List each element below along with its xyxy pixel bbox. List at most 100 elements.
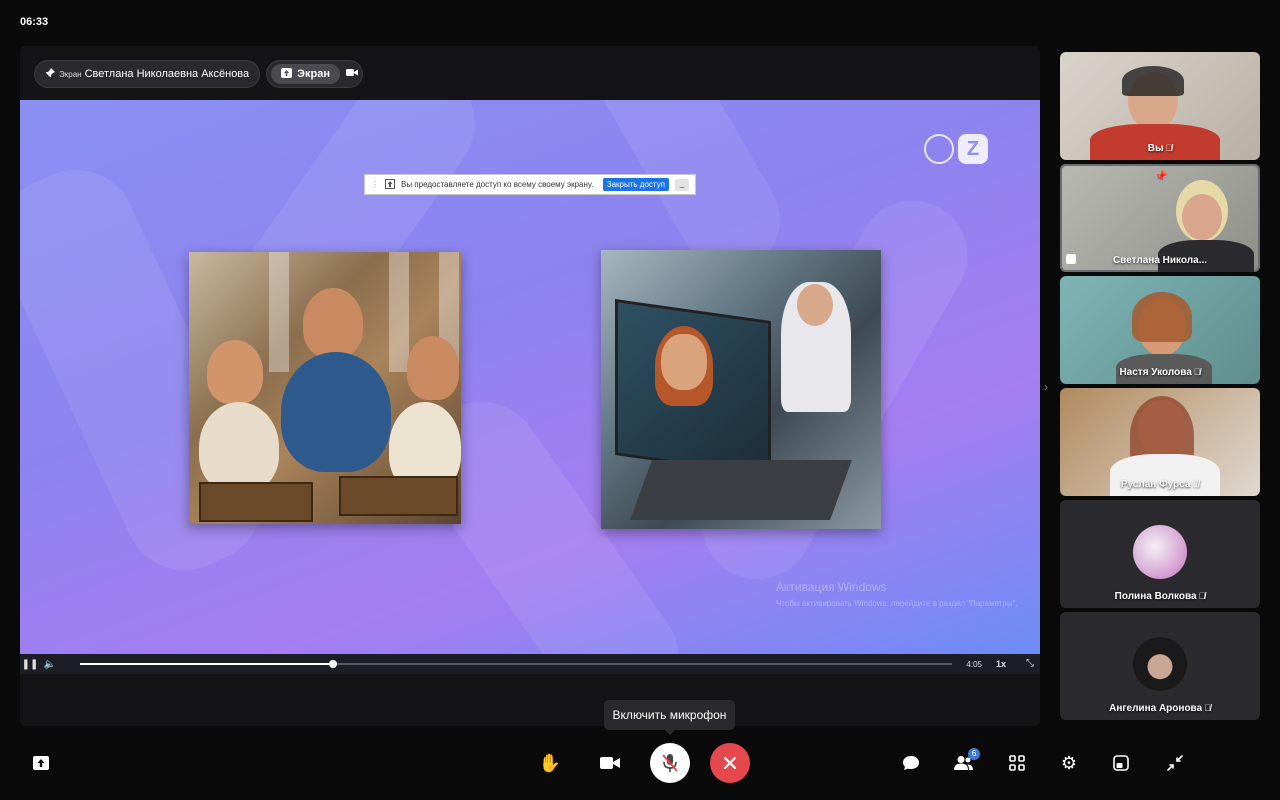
presenter-name: Светлана Николаевна Аксёнова xyxy=(84,68,250,80)
keyboard-shape xyxy=(630,460,852,520)
participant-name: Ангелина Аронова xyxy=(1109,703,1203,714)
collapse-button[interactable] xyxy=(1164,740,1186,786)
screen-share-stage: Экран Светлана Николаевна Аксёнова Экран… xyxy=(20,46,1040,726)
avatar xyxy=(1133,525,1187,579)
column-shape xyxy=(269,252,289,372)
mic-muted-icon: 🎙̸ xyxy=(1165,143,1173,153)
screen-share-notification: ⋮ Вы предоставляете доступ ко всему свое… xyxy=(364,174,696,195)
layout-grid-button[interactable] xyxy=(1006,740,1028,786)
participant-tile[interactable]: 📌 Светлана Никола... xyxy=(1060,164,1260,272)
progress-fill xyxy=(80,663,333,665)
participant-tile[interactable]: Вы 🎙̸ xyxy=(1060,52,1260,160)
collapse-icon xyxy=(1167,755,1183,771)
share-screen-button[interactable] xyxy=(30,740,52,786)
person-head-shape xyxy=(1182,194,1222,240)
screen-tab-label: Экран xyxy=(297,68,330,80)
stop-sharing-button[interactable]: Закрыть доступ xyxy=(602,178,669,191)
call-toolbar: ✋ 6 ⚙ xyxy=(0,740,1280,790)
drag-handle-icon[interactable]: ⋮ xyxy=(371,180,379,189)
ancient-classroom-image xyxy=(189,252,461,524)
end-call-circle[interactable] xyxy=(710,743,750,783)
participant-name: Светлана Никола... xyxy=(1112,255,1208,266)
volume-icon[interactable]: 🔈 xyxy=(40,659,60,670)
slide-logo: Z xyxy=(924,134,988,164)
pause-icon[interactable]: ❚❚ xyxy=(20,659,40,670)
participant-name-row: Светлана Никола... xyxy=(1060,255,1260,266)
participant-tile[interactable]: Полина Волкова 🎙̸ xyxy=(1060,500,1260,608)
chat-icon xyxy=(903,756,919,770)
participant-tile[interactable]: Ангелина Аронова 🎙̸ xyxy=(1060,612,1260,720)
settings-button[interactable]: ⚙ xyxy=(1058,740,1080,786)
pip-icon xyxy=(1113,755,1129,771)
camera-button[interactable] xyxy=(598,740,622,786)
progress-knob[interactable] xyxy=(328,660,337,668)
microphone-button[interactable] xyxy=(650,740,690,786)
abacus-shape xyxy=(339,476,458,516)
abacus-shape xyxy=(199,482,313,522)
watermark-title: Активация Windows xyxy=(776,580,887,594)
share-screen-icon xyxy=(33,756,49,770)
chevron-right-icon[interactable]: › xyxy=(1044,380,1048,394)
participant-tile[interactable]: Настя Уколова 🎙̸ xyxy=(1060,276,1260,384)
child-robe-shape xyxy=(199,402,279,492)
participant-name-row: Ангелина Аронова 🎙̸ xyxy=(1060,703,1260,714)
mic-muted-icon: 🎙̸ xyxy=(1193,367,1201,377)
column-shape xyxy=(389,252,409,372)
watermark-subtitle: Чтобы активировать Windows, перейдите в … xyxy=(776,599,1018,608)
participant-tile[interactable]: Руслан Фурса 🎙̸ xyxy=(1060,388,1260,496)
pin-icon xyxy=(45,67,55,81)
mic-muted-icon: 🎙̸ xyxy=(1192,479,1200,489)
teacher-head-shape xyxy=(303,288,363,358)
windows-activation-watermark: Активация Windows Чтобы активировать Win… xyxy=(776,580,1018,609)
raise-hand-button[interactable]: ✋ xyxy=(538,740,562,786)
participants-button[interactable]: 6 xyxy=(952,740,980,786)
participant-name-row: Вы 🎙̸ xyxy=(1060,143,1260,154)
participant-name: Вы xyxy=(1147,143,1164,154)
chat-button[interactable] xyxy=(900,740,922,786)
end-call-button[interactable] xyxy=(710,740,750,786)
screen-tab[interactable]: Экран xyxy=(271,64,340,84)
child-head-shape xyxy=(207,340,263,404)
hand-icon: ✋ xyxy=(538,752,562,773)
camera-icon xyxy=(600,757,620,769)
person-hair-shape xyxy=(1132,292,1192,342)
minimize-notice-button[interactable]: _ xyxy=(675,178,689,191)
teacher-robe-shape xyxy=(281,352,391,472)
progress-track[interactable] xyxy=(80,660,952,668)
globe-logo-icon xyxy=(924,134,954,164)
share-notice-icon xyxy=(385,178,395,191)
microphone-toggle[interactable] xyxy=(650,743,690,783)
fullscreen-icon[interactable]: ⤡ xyxy=(1026,658,1034,669)
participant-name-row: Руслан Фурса 🎙̸ xyxy=(1060,479,1260,490)
participant-name: Настя Уколова xyxy=(1119,367,1192,378)
time-remaining: 4:05 xyxy=(966,660,982,669)
video-player-controls: ❚❚ 🔈 4:05 1x ⤡ xyxy=(20,654,1040,674)
gear-icon: ⚙ xyxy=(1060,752,1078,773)
share-notice-text: Вы предоставляете доступ ко всему своему… xyxy=(401,180,594,189)
participant-name: Руслан Фурса xyxy=(1120,479,1191,490)
shared-slide: Z ⋮ Вы предоставляете доступ ко всему св… xyxy=(20,100,1040,654)
modern-online-learning-image xyxy=(601,250,881,529)
z-logo-icon: Z xyxy=(958,134,988,164)
headset-shape xyxy=(1122,66,1184,96)
picture-in-picture-button[interactable] xyxy=(1110,740,1132,786)
stage-topbar: Экран Светлана Николаевна Аксёнова Экран xyxy=(34,60,363,88)
playback-speed-button[interactable]: 1x xyxy=(996,659,1006,669)
mic-muted-icon: 🎙̸ xyxy=(1204,703,1211,713)
participant-name-row: Настя Уколова 🎙̸ xyxy=(1060,367,1260,378)
screen-pill[interactable]: Экран xyxy=(266,60,363,88)
onscreen-face-shape xyxy=(661,334,707,390)
avatar xyxy=(1133,637,1187,691)
person-body-shape xyxy=(1090,124,1220,160)
camera-icon[interactable] xyxy=(345,68,358,80)
presenter-pill-small-label: Экран xyxy=(59,69,82,79)
mic-muted-icon xyxy=(662,754,678,772)
child-head-shape xyxy=(407,336,459,400)
student-head-shape xyxy=(797,284,833,326)
grid-icon xyxy=(1009,755,1025,771)
participants-count-badge: 6 xyxy=(968,748,980,760)
participant-name-row: Полина Волкова 🎙̸ xyxy=(1060,591,1260,602)
screen-share-icon xyxy=(281,67,293,81)
presenter-pill[interactable]: Экран Светлана Николаевна Аксёнова xyxy=(34,60,261,88)
close-icon xyxy=(723,756,737,770)
